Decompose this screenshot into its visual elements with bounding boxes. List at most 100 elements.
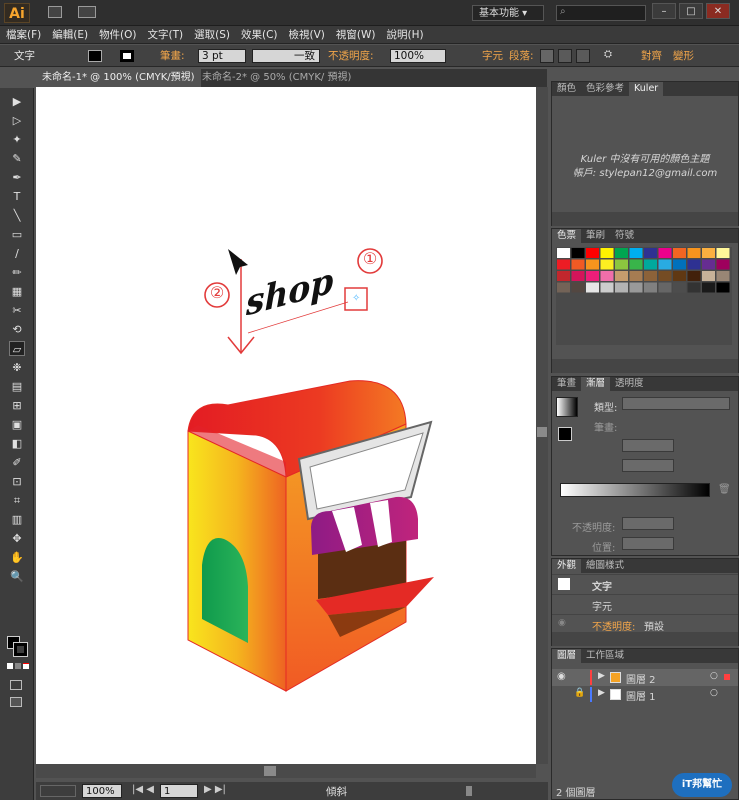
swatch-13[interactable]: [557, 259, 570, 270]
swatch-45[interactable]: [673, 282, 686, 293]
swatch-39[interactable]: [586, 282, 599, 293]
swatch-24[interactable]: [716, 259, 730, 270]
transform-link[interactable]: 變形: [673, 48, 694, 64]
swatch-9[interactable]: [673, 248, 686, 258]
arrange-documents-icon[interactable]: [78, 6, 96, 18]
tool-14-icon[interactable]: ▱: [9, 341, 25, 356]
page-field[interactable]: 1: [160, 784, 198, 798]
swatch-43[interactable]: [644, 282, 657, 293]
layer-2-target-icon[interactable]: ○: [710, 671, 718, 681]
none-mode-button[interactable]: [23, 663, 29, 669]
swatch-26[interactable]: [571, 271, 585, 281]
appearance-row-type[interactable]: 文字: [552, 574, 738, 593]
swatch-15[interactable]: [586, 259, 599, 270]
tool-6-icon[interactable]: T: [9, 189, 25, 204]
next-page-button[interactable]: ▶ ▶|: [204, 784, 228, 798]
tool-25-icon[interactable]: ✋: [9, 550, 25, 565]
swatch-5[interactable]: [615, 248, 628, 258]
stroke-color-box[interactable]: [13, 642, 28, 657]
menu-effect[interactable]: 效果(C): [241, 27, 278, 42]
swatch-6[interactable]: [629, 248, 643, 258]
tool-2-icon[interactable]: ▷: [9, 113, 25, 128]
status-scroll-thumb[interactable]: [466, 786, 472, 796]
layer-2-expand-icon[interactable]: ▶: [598, 671, 605, 681]
appearance-row-character[interactable]: 字元: [552, 594, 738, 613]
fill-swatch[interactable]: [88, 50, 102, 62]
swatch-48[interactable]: [716, 282, 730, 293]
tool-3-icon[interactable]: ✦: [9, 132, 25, 147]
opacity-label[interactable]: 不透明度:: [328, 48, 374, 64]
tab-gradient[interactable]: 漸層: [581, 377, 611, 391]
swatch-33[interactable]: [673, 271, 686, 281]
gradient-preview[interactable]: [556, 397, 578, 417]
tool-20-icon[interactable]: ✐: [9, 455, 25, 470]
tool-7-icon[interactable]: ╲: [9, 208, 25, 223]
tab-stroke[interactable]: 筆畫: [552, 377, 581, 391]
swatch-17[interactable]: [615, 259, 628, 270]
tool-18-icon[interactable]: ▣: [9, 417, 25, 432]
layer-2-visibility-icon[interactable]: ◉: [557, 671, 566, 682]
swatch-3[interactable]: [586, 248, 599, 258]
tab-color-guide[interactable]: 色彩參考: [581, 82, 629, 96]
gradient-aspect-field[interactable]: [622, 459, 674, 472]
view-options-button[interactable]: [40, 785, 76, 797]
horizontal-scrollbar[interactable]: [36, 764, 536, 778]
swatch-34[interactable]: [687, 271, 701, 281]
envelope-icon[interactable]: ⛭: [604, 49, 622, 63]
swatch-16[interactable]: [600, 259, 614, 270]
first-page-button[interactable]: |◀ ◀: [132, 784, 156, 798]
align-right-button[interactable]: [576, 49, 590, 63]
menu-view[interactable]: 檢視(V): [289, 27, 325, 42]
tool-5-icon[interactable]: ✒: [9, 170, 25, 185]
layer-1-lock-icon[interactable]: 🔒: [574, 688, 585, 698]
swatch-36[interactable]: [716, 271, 730, 281]
tab-document-2[interactable]: 未命名-2* @ 50% (CMYK/ 預視): [196, 69, 357, 87]
stroke-weight-field[interactable]: 3 pt: [198, 49, 246, 63]
tab-document-1[interactable]: 未命名-1* @ 100% (CMYK/預視): [36, 69, 201, 87]
layer-1-target-icon[interactable]: ○: [710, 688, 718, 698]
swatch-23[interactable]: [702, 259, 715, 270]
close-button[interactable]: ✕: [706, 3, 730, 19]
gradient-location-field[interactable]: [622, 537, 674, 550]
menu-edit[interactable]: 編輯(E): [52, 27, 88, 42]
menu-window[interactable]: 視窗(W): [336, 27, 376, 42]
search-input[interactable]: ⌕: [556, 5, 646, 21]
tab-symbols[interactable]: 符號: [610, 229, 639, 243]
layer-row-2[interactable]: ◉ ▶ 圖層 2 ○: [552, 669, 738, 686]
swatch-38[interactable]: [571, 282, 585, 293]
gradient-opacity-field[interactable]: [622, 517, 674, 530]
swatch-19[interactable]: [644, 259, 657, 270]
tool-10-icon[interactable]: ✏: [9, 265, 25, 280]
swatch-12[interactable]: [716, 248, 730, 258]
swatch-grid[interactable]: [556, 247, 732, 345]
tool-24-icon[interactable]: ✥: [9, 531, 25, 546]
selection-anchor-icon[interactable]: ✧: [352, 294, 362, 304]
layer-2-selection-indicator[interactable]: [724, 674, 730, 680]
tool-8-icon[interactable]: ▭: [9, 227, 25, 242]
menu-object[interactable]: 物件(O): [99, 27, 136, 42]
gradient-angle-field[interactable]: [622, 439, 674, 452]
swatch-8[interactable]: [658, 248, 672, 258]
swatch-30[interactable]: [629, 271, 643, 281]
maximize-button[interactable]: □: [679, 3, 703, 19]
tool-26-icon[interactable]: 🔍: [9, 569, 25, 584]
layer-row-1[interactable]: 🔒 ▶ 圖層 1 ○: [552, 686, 738, 703]
appearance-opacity-label[interactable]: 不透明度:: [592, 618, 635, 633]
stroke-profile-select[interactable]: 一致: [252, 49, 320, 63]
artboard[interactable]: ① ② shop ✧: [36, 87, 536, 764]
minimize-button[interactable]: –: [652, 3, 676, 19]
delete-stop-icon[interactable]: 🗑: [718, 484, 731, 496]
swatch-35[interactable]: [702, 271, 715, 281]
tool-13-icon[interactable]: ⟲: [9, 322, 25, 337]
color-mode-button[interactable]: [7, 663, 13, 669]
gradient-type-select[interactable]: [622, 397, 730, 410]
tool-11-icon[interactable]: ▦: [9, 284, 25, 299]
menu-type[interactable]: 文字(T): [148, 27, 184, 42]
swatch-22[interactable]: [687, 259, 701, 270]
swatch-47[interactable]: [702, 282, 715, 293]
tab-color[interactable]: 顏色: [552, 82, 581, 96]
swatch-7[interactable]: [644, 248, 657, 258]
appearance-row-opacity[interactable]: ◉ 不透明度: 預設: [552, 614, 738, 633]
vertical-scroll-thumb[interactable]: [537, 427, 547, 437]
character-link[interactable]: 字元: [482, 48, 503, 64]
